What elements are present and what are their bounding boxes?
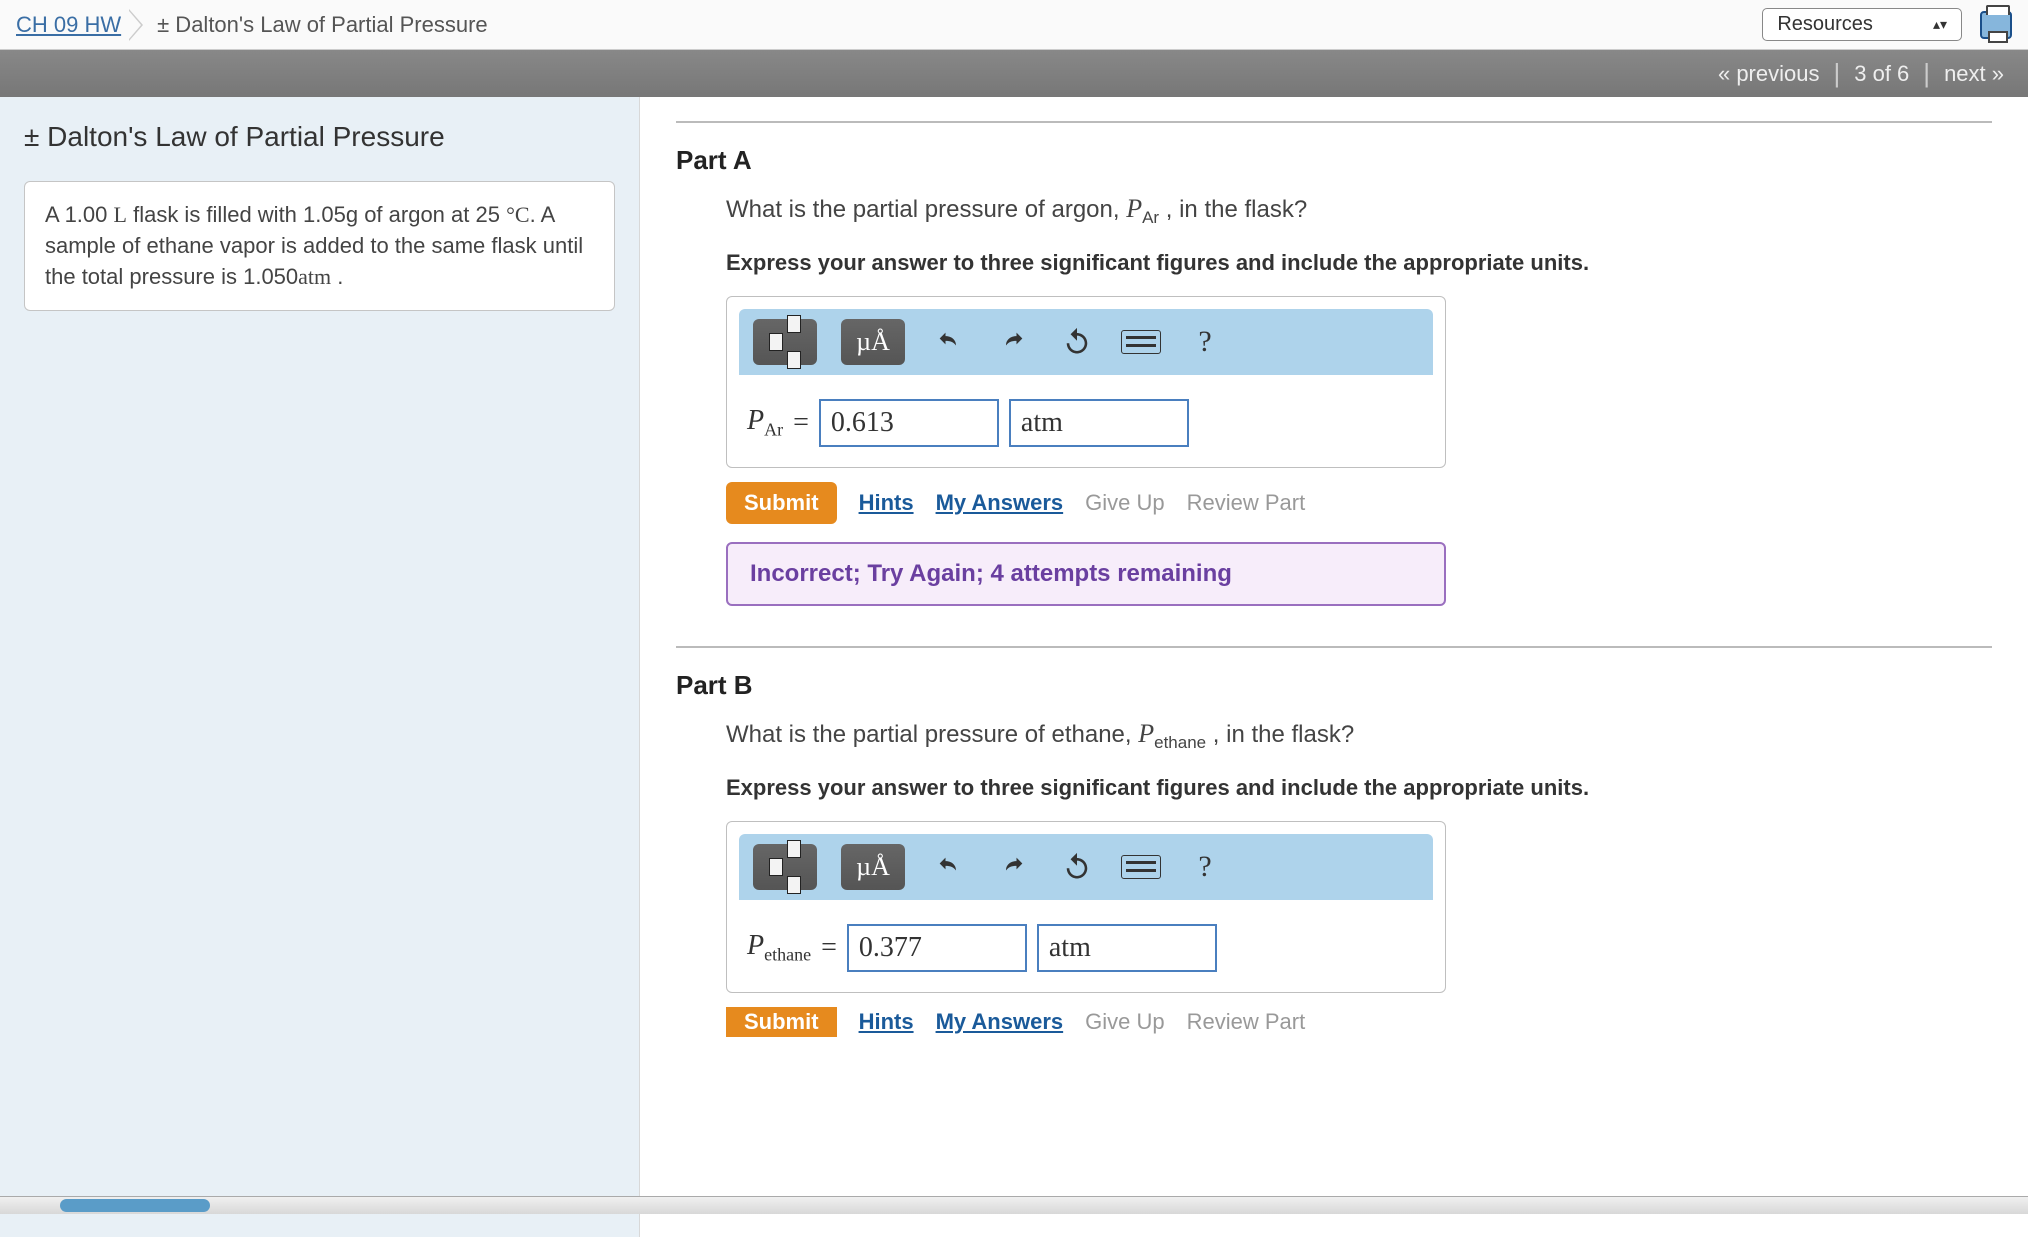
- part-a-instruction: Express your answer to three significant…: [726, 250, 1992, 276]
- top-header: CH 09 HW ± Dalton's Law of Partial Press…: [0, 0, 2028, 50]
- undo-icon[interactable]: [929, 322, 969, 362]
- divider: [676, 646, 1992, 648]
- assignment-title: ± Dalton's Law of Partial Pressure: [157, 12, 488, 38]
- box-icon: [769, 333, 783, 351]
- divider: [676, 121, 1992, 123]
- main-content: ± Dalton's Law of Partial Pressure A 1.0…: [0, 97, 2028, 1237]
- desc-text: A 1.00: [45, 202, 114, 227]
- q-text: What is the partial pressure of argon,: [726, 196, 1126, 223]
- give-up-link[interactable]: Give Up: [1085, 490, 1164, 516]
- value-input[interactable]: [847, 924, 1027, 972]
- homework-link[interactable]: CH 09 HW: [16, 12, 121, 38]
- redo-icon[interactable]: [993, 847, 1033, 887]
- undo-icon[interactable]: [929, 847, 969, 887]
- formula-editor-icon[interactable]: [753, 844, 817, 890]
- next-link[interactable]: next »: [1944, 61, 2004, 87]
- box-icon: [769, 858, 783, 876]
- reset-icon[interactable]: [1057, 847, 1097, 887]
- unit-input[interactable]: [1009, 399, 1189, 447]
- equals-sign: =: [821, 932, 837, 964]
- problem-title: ± Dalton's Law of Partial Pressure: [24, 121, 615, 153]
- my-answers-link[interactable]: My Answers: [936, 490, 1064, 516]
- nav-separator: |: [1923, 58, 1930, 89]
- submit-button[interactable]: Submit: [726, 482, 837, 524]
- part-a-body: What is the partial pressure of argon, P…: [676, 194, 1992, 606]
- answer-box-a: µÅ ? PAr =: [726, 296, 1446, 468]
- variable-P: P: [1126, 194, 1142, 223]
- scrollbar-thumb[interactable]: [60, 1199, 210, 1212]
- special-chars-icon[interactable]: µÅ: [841, 319, 905, 365]
- q-text: , in the flask?: [1206, 721, 1354, 748]
- var-sub: ethane: [764, 944, 811, 964]
- answer-box-b: µÅ ? Pethane: [726, 821, 1446, 993]
- action-row-b: Submit Hints My Answers Give Up Review P…: [726, 1007, 1992, 1037]
- formula-editor-icon[interactable]: [753, 319, 817, 365]
- value-input[interactable]: [819, 399, 999, 447]
- desc-atm: atm: [298, 264, 331, 289]
- part-a-question: What is the partial pressure of argon, P…: [726, 194, 1992, 228]
- horizontal-scrollbar[interactable]: [0, 1196, 2028, 1214]
- desc-text: flask is filled with 1.05g of argon at 2…: [127, 202, 506, 227]
- nav-separator: |: [1833, 58, 1840, 89]
- previous-link[interactable]: « previous: [1718, 61, 1820, 87]
- part-b-question: What is the partial pressure of ethane, …: [726, 719, 1992, 753]
- hints-link[interactable]: Hints: [859, 1009, 914, 1035]
- unit-input[interactable]: [1037, 924, 1217, 972]
- help-icon[interactable]: ?: [1185, 322, 1225, 362]
- my-answers-link[interactable]: My Answers: [936, 1009, 1064, 1035]
- answer-input-row: PAr =: [727, 387, 1445, 467]
- var-P: P: [747, 930, 764, 961]
- variable-sub: Ar: [1142, 208, 1159, 227]
- redo-icon[interactable]: [993, 322, 1033, 362]
- problem-description-panel: ± Dalton's Law of Partial Pressure A 1.0…: [0, 97, 640, 1237]
- part-b-body: What is the partial pressure of ethane, …: [676, 719, 1992, 1037]
- problem-nav-bar: « previous | 3 of 6 | next »: [0, 50, 2028, 97]
- desc-deg: °C: [506, 202, 529, 227]
- var-P: P: [747, 405, 764, 436]
- keyboard-icon[interactable]: [1121, 855, 1161, 879]
- answer-variable-label: Pethane: [747, 930, 811, 966]
- var-sub: Ar: [764, 420, 783, 440]
- variable-sub: ethane: [1154, 733, 1206, 752]
- reset-icon[interactable]: [1057, 322, 1097, 362]
- review-part-link[interactable]: Review Part: [1187, 490, 1306, 516]
- print-icon[interactable]: [1980, 11, 2012, 39]
- part-b-instruction: Express your answer to three significant…: [726, 775, 1992, 801]
- answer-input-row: Pethane =: [727, 912, 1445, 992]
- answer-toolbar: µÅ ?: [739, 834, 1433, 900]
- feedback-message: Incorrect; Try Again; 4 attempts remaini…: [726, 542, 1446, 606]
- problem-description: A 1.00 L flask is filled with 1.05g of a…: [24, 181, 615, 311]
- answer-toolbar: µÅ ?: [739, 309, 1433, 375]
- resources-dropdown[interactable]: Resources ▴▾: [1762, 8, 1962, 41]
- box-stack-icon: [787, 323, 801, 361]
- desc-text: .: [331, 264, 343, 289]
- answer-variable-label: PAr: [747, 405, 783, 441]
- give-up-link[interactable]: Give Up: [1085, 1009, 1164, 1035]
- parts-panel: Part A What is the partial pressure of a…: [640, 97, 2028, 1237]
- q-text: What is the partial pressure of ethane,: [726, 721, 1138, 748]
- dropdown-arrows-icon: ▴▾: [1933, 16, 1947, 33]
- resources-label: Resources: [1777, 13, 1873, 36]
- q-text: , in the flask?: [1159, 196, 1307, 223]
- action-row-a: Submit Hints My Answers Give Up Review P…: [726, 482, 1992, 524]
- help-icon[interactable]: ?: [1185, 847, 1225, 887]
- hints-link[interactable]: Hints: [859, 490, 914, 516]
- variable-P: P: [1138, 719, 1154, 748]
- equals-sign: =: [793, 407, 809, 439]
- position-indicator: 3 of 6: [1854, 61, 1909, 87]
- desc-L: L: [114, 202, 127, 227]
- breadcrumb-chevron-icon: [129, 9, 143, 41]
- special-chars-icon[interactable]: µÅ: [841, 844, 905, 890]
- box-stack-icon: [787, 848, 801, 886]
- keyboard-icon[interactable]: [1121, 330, 1161, 354]
- review-part-link[interactable]: Review Part: [1187, 1009, 1306, 1035]
- part-a-heading: Part A: [676, 145, 1992, 176]
- submit-button[interactable]: Submit: [726, 1007, 837, 1037]
- part-b-heading: Part B: [676, 670, 1992, 701]
